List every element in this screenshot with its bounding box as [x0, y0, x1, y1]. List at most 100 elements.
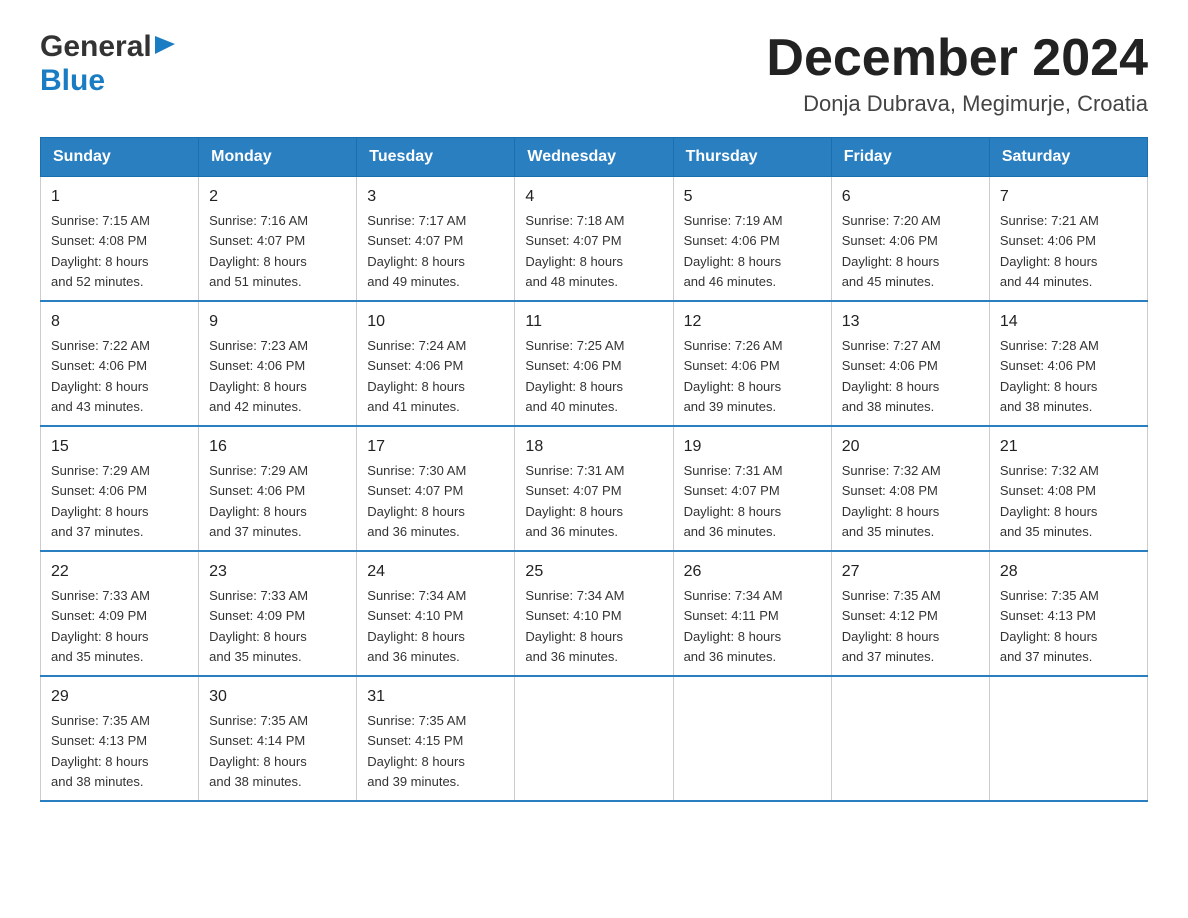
weekday-header-row: Sunday Monday Tuesday Wednesday Thursday… — [41, 138, 1148, 177]
main-title: December 2024 — [766, 30, 1148, 87]
calendar-day-cell: 13 Sunrise: 7:27 AMSunset: 4:06 PMDaylig… — [831, 301, 989, 426]
day-info: Sunrise: 7:26 AMSunset: 4:06 PMDaylight:… — [684, 338, 783, 414]
day-info: Sunrise: 7:30 AMSunset: 4:07 PMDaylight:… — [367, 463, 466, 539]
day-number: 27 — [842, 560, 979, 584]
calendar-table: Sunday Monday Tuesday Wednesday Thursday… — [40, 137, 1148, 802]
calendar-day-cell: 23 Sunrise: 7:33 AMSunset: 4:09 PMDaylig… — [199, 551, 357, 676]
day-info: Sunrise: 7:34 AMSunset: 4:10 PMDaylight:… — [525, 588, 624, 664]
day-info: Sunrise: 7:35 AMSunset: 4:14 PMDaylight:… — [209, 713, 308, 789]
day-info: Sunrise: 7:31 AMSunset: 4:07 PMDaylight:… — [525, 463, 624, 539]
calendar-day-cell: 6 Sunrise: 7:20 AMSunset: 4:06 PMDayligh… — [831, 177, 989, 302]
calendar-day-cell: 1 Sunrise: 7:15 AMSunset: 4:08 PMDayligh… — [41, 177, 199, 302]
day-number: 3 — [367, 185, 504, 209]
header-wednesday: Wednesday — [515, 138, 673, 177]
day-info: Sunrise: 7:29 AMSunset: 4:06 PMDaylight:… — [209, 463, 308, 539]
day-number: 6 — [842, 185, 979, 209]
calendar-day-cell: 14 Sunrise: 7:28 AMSunset: 4:06 PMDaylig… — [989, 301, 1147, 426]
day-number: 25 — [525, 560, 662, 584]
header-friday: Friday — [831, 138, 989, 177]
day-info: Sunrise: 7:35 AMSunset: 4:12 PMDaylight:… — [842, 588, 941, 664]
day-info: Sunrise: 7:31 AMSunset: 4:07 PMDaylight:… — [684, 463, 783, 539]
calendar-day-cell — [515, 676, 673, 801]
day-number: 23 — [209, 560, 346, 584]
subtitle: Donja Dubrava, Megimurje, Croatia — [766, 91, 1148, 117]
calendar-week-row: 15 Sunrise: 7:29 AMSunset: 4:06 PMDaylig… — [41, 426, 1148, 551]
day-info: Sunrise: 7:32 AMSunset: 4:08 PMDaylight:… — [842, 463, 941, 539]
calendar-day-cell: 19 Sunrise: 7:31 AMSunset: 4:07 PMDaylig… — [673, 426, 831, 551]
calendar-day-cell: 28 Sunrise: 7:35 AMSunset: 4:13 PMDaylig… — [989, 551, 1147, 676]
calendar-day-cell: 7 Sunrise: 7:21 AMSunset: 4:06 PMDayligh… — [989, 177, 1147, 302]
calendar-day-cell: 20 Sunrise: 7:32 AMSunset: 4:08 PMDaylig… — [831, 426, 989, 551]
day-info: Sunrise: 7:27 AMSunset: 4:06 PMDaylight:… — [842, 338, 941, 414]
day-info: Sunrise: 7:15 AMSunset: 4:08 PMDaylight:… — [51, 213, 150, 289]
day-info: Sunrise: 7:20 AMSunset: 4:06 PMDaylight:… — [842, 213, 941, 289]
day-info: Sunrise: 7:35 AMSunset: 4:13 PMDaylight:… — [1000, 588, 1099, 664]
day-info: Sunrise: 7:22 AMSunset: 4:06 PMDaylight:… — [51, 338, 150, 414]
calendar-week-row: 8 Sunrise: 7:22 AMSunset: 4:06 PMDayligh… — [41, 301, 1148, 426]
calendar-day-cell: 2 Sunrise: 7:16 AMSunset: 4:07 PMDayligh… — [199, 177, 357, 302]
calendar-day-cell: 21 Sunrise: 7:32 AMSunset: 4:08 PMDaylig… — [989, 426, 1147, 551]
calendar-day-cell: 9 Sunrise: 7:23 AMSunset: 4:06 PMDayligh… — [199, 301, 357, 426]
calendar-day-cell — [989, 676, 1147, 801]
day-info: Sunrise: 7:32 AMSunset: 4:08 PMDaylight:… — [1000, 463, 1099, 539]
calendar-day-cell: 16 Sunrise: 7:29 AMSunset: 4:06 PMDaylig… — [199, 426, 357, 551]
day-info: Sunrise: 7:34 AMSunset: 4:11 PMDaylight:… — [684, 588, 783, 664]
day-info: Sunrise: 7:23 AMSunset: 4:06 PMDaylight:… — [209, 338, 308, 414]
day-info: Sunrise: 7:28 AMSunset: 4:06 PMDaylight:… — [1000, 338, 1099, 414]
day-info: Sunrise: 7:25 AMSunset: 4:06 PMDaylight:… — [525, 338, 624, 414]
logo-triangle-icon — [155, 36, 177, 58]
day-number: 24 — [367, 560, 504, 584]
calendar-day-cell: 8 Sunrise: 7:22 AMSunset: 4:06 PMDayligh… — [41, 301, 199, 426]
day-number: 11 — [525, 310, 662, 334]
calendar-day-cell: 3 Sunrise: 7:17 AMSunset: 4:07 PMDayligh… — [357, 177, 515, 302]
header-sunday: Sunday — [41, 138, 199, 177]
day-number: 26 — [684, 560, 821, 584]
calendar-header: Sunday Monday Tuesday Wednesday Thursday… — [41, 138, 1148, 177]
calendar-day-cell: 5 Sunrise: 7:19 AMSunset: 4:06 PMDayligh… — [673, 177, 831, 302]
day-info: Sunrise: 7:21 AMSunset: 4:06 PMDaylight:… — [1000, 213, 1099, 289]
logo: General Blue — [40, 30, 177, 98]
logo-general-text: General — [40, 30, 152, 64]
day-number: 5 — [684, 185, 821, 209]
calendar-week-row: 22 Sunrise: 7:33 AMSunset: 4:09 PMDaylig… — [41, 551, 1148, 676]
day-number: 28 — [1000, 560, 1137, 584]
calendar-day-cell — [673, 676, 831, 801]
day-number: 12 — [684, 310, 821, 334]
day-number: 16 — [209, 435, 346, 459]
calendar-day-cell: 22 Sunrise: 7:33 AMSunset: 4:09 PMDaylig… — [41, 551, 199, 676]
day-info: Sunrise: 7:19 AMSunset: 4:06 PMDaylight:… — [684, 213, 783, 289]
day-number: 7 — [1000, 185, 1137, 209]
calendar-day-cell: 24 Sunrise: 7:34 AMSunset: 4:10 PMDaylig… — [357, 551, 515, 676]
header-tuesday: Tuesday — [357, 138, 515, 177]
day-info: Sunrise: 7:35 AMSunset: 4:15 PMDaylight:… — [367, 713, 466, 789]
day-number: 13 — [842, 310, 979, 334]
logo-blue-text: Blue — [40, 64, 105, 98]
day-number: 1 — [51, 185, 188, 209]
day-number: 4 — [525, 185, 662, 209]
calendar-day-cell: 15 Sunrise: 7:29 AMSunset: 4:06 PMDaylig… — [41, 426, 199, 551]
calendar-body: 1 Sunrise: 7:15 AMSunset: 4:08 PMDayligh… — [41, 177, 1148, 802]
calendar-day-cell: 18 Sunrise: 7:31 AMSunset: 4:07 PMDaylig… — [515, 426, 673, 551]
day-number: 30 — [209, 685, 346, 709]
day-number: 10 — [367, 310, 504, 334]
day-info: Sunrise: 7:16 AMSunset: 4:07 PMDaylight:… — [209, 213, 308, 289]
day-number: 22 — [51, 560, 188, 584]
day-number: 18 — [525, 435, 662, 459]
calendar-day-cell: 31 Sunrise: 7:35 AMSunset: 4:15 PMDaylig… — [357, 676, 515, 801]
calendar-day-cell: 17 Sunrise: 7:30 AMSunset: 4:07 PMDaylig… — [357, 426, 515, 551]
day-number: 29 — [51, 685, 188, 709]
day-number: 31 — [367, 685, 504, 709]
calendar-day-cell: 30 Sunrise: 7:35 AMSunset: 4:14 PMDaylig… — [199, 676, 357, 801]
day-number: 15 — [51, 435, 188, 459]
day-number: 17 — [367, 435, 504, 459]
day-info: Sunrise: 7:29 AMSunset: 4:06 PMDaylight:… — [51, 463, 150, 539]
day-info: Sunrise: 7:24 AMSunset: 4:06 PMDaylight:… — [367, 338, 466, 414]
header-thursday: Thursday — [673, 138, 831, 177]
calendar-day-cell: 25 Sunrise: 7:34 AMSunset: 4:10 PMDaylig… — [515, 551, 673, 676]
day-info: Sunrise: 7:17 AMSunset: 4:07 PMDaylight:… — [367, 213, 466, 289]
day-number: 19 — [684, 435, 821, 459]
day-info: Sunrise: 7:33 AMSunset: 4:09 PMDaylight:… — [209, 588, 308, 664]
calendar-day-cell: 11 Sunrise: 7:25 AMSunset: 4:06 PMDaylig… — [515, 301, 673, 426]
calendar-week-row: 29 Sunrise: 7:35 AMSunset: 4:13 PMDaylig… — [41, 676, 1148, 801]
day-number: 21 — [1000, 435, 1137, 459]
